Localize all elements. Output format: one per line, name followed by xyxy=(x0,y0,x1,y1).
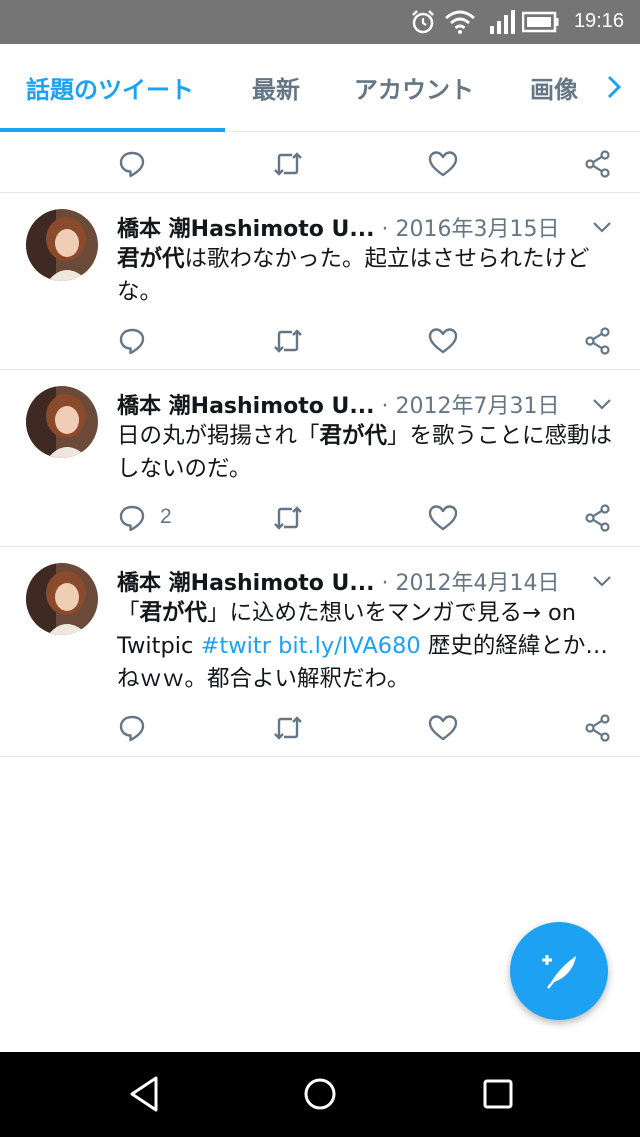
tab-images[interactable]: 画像 xyxy=(530,70,578,105)
heart-icon xyxy=(428,151,458,177)
bold-keyword: 君が代 xyxy=(139,600,208,626)
tab-bar: 話題のツイート 最新 アカウント 画像 xyxy=(0,44,640,132)
bold-keyword: 君が代 xyxy=(117,246,185,272)
recents-icon[interactable] xyxy=(478,1072,518,1116)
tweet-actions xyxy=(0,132,640,192)
bold-keyword: 君が代 xyxy=(319,423,388,449)
author-name[interactable]: 橋本 潮Hashimoto U... xyxy=(117,571,374,596)
tweet[interactable]: 橋本 潮Hashimoto U... · 2012年7月31日 日の丸が掲揚され… xyxy=(0,369,640,546)
share-button[interactable] xyxy=(584,150,612,178)
tweet[interactable]: 橋本 潮Hashimoto U... · 2016年3月15日 君が代は歌わなか… xyxy=(0,192,640,369)
retweet-button[interactable] xyxy=(272,327,304,355)
reply-icon xyxy=(119,505,145,532)
share-icon xyxy=(585,150,610,178)
retweet-icon xyxy=(274,506,302,530)
share-button[interactable] xyxy=(584,504,612,532)
share-button[interactable] xyxy=(584,714,612,742)
retweet-button[interactable] xyxy=(272,150,304,178)
author-name[interactable]: 橋本 潮Hashimoto U... xyxy=(117,217,374,242)
like-button[interactable] xyxy=(428,327,458,355)
chevron-down-icon[interactable] xyxy=(592,575,612,587)
tweet-date[interactable]: 2012年7月31日 xyxy=(395,394,559,419)
heart-icon xyxy=(428,715,458,741)
like-button[interactable] xyxy=(428,150,458,178)
system-nav-bar xyxy=(0,1052,640,1137)
avatar[interactable] xyxy=(26,209,98,281)
heart-icon xyxy=(428,328,458,354)
tab-latest[interactable]: 最新 xyxy=(252,70,300,105)
tweet-actions: 2 xyxy=(0,486,640,546)
header-separator: · xyxy=(381,394,389,419)
status-time: 19:16 xyxy=(573,10,624,32)
tweet[interactable]: 橋本 潮Hashimoto U... · 2012年4月14日 「君が代」に込め… xyxy=(0,546,640,757)
home-icon[interactable] xyxy=(300,1072,340,1116)
retweet-icon xyxy=(274,329,302,353)
share-icon xyxy=(585,327,610,355)
compose-tweet-button[interactable] xyxy=(510,922,608,1020)
chevron-down-icon[interactable] xyxy=(592,398,612,410)
retweet-icon xyxy=(274,716,302,740)
avatar[interactable] xyxy=(26,386,98,458)
header-separator: · xyxy=(381,571,389,596)
tab-top-tweets[interactable]: 話題のツイート xyxy=(26,70,194,105)
tweet-actions xyxy=(0,309,640,369)
heart-icon xyxy=(428,505,458,531)
reply-button[interactable] xyxy=(118,714,146,742)
reply-icon xyxy=(119,328,145,355)
reply-count: 2 xyxy=(160,505,172,528)
share-icon xyxy=(585,504,610,532)
avatar[interactable] xyxy=(26,563,98,635)
share-icon xyxy=(585,714,610,742)
tweet-header: 橋本 潮Hashimoto U... · 2012年7月31日 xyxy=(117,388,597,420)
tweet-date[interactable]: 2012年4月14日 xyxy=(395,571,559,596)
wifi-icon xyxy=(445,10,475,34)
header-separator: · xyxy=(381,217,389,242)
share-button[interactable] xyxy=(584,327,612,355)
battery-icon xyxy=(522,11,559,33)
status-bar: 19:16 xyxy=(0,0,640,44)
alarm-icon xyxy=(412,10,434,34)
tweet-actions xyxy=(0,696,640,756)
signal-icon xyxy=(490,10,515,34)
chevron-down-icon[interactable] xyxy=(592,221,612,233)
compose-quill-icon xyxy=(542,955,576,989)
reply-button[interactable]: 2 xyxy=(118,504,172,532)
reply-icon xyxy=(119,151,145,178)
retweet-button[interactable] xyxy=(272,504,304,532)
hashtag-link[interactable]: #twitr xyxy=(201,633,271,659)
back-icon[interactable] xyxy=(124,1072,164,1116)
chevron-right-icon[interactable] xyxy=(604,72,624,102)
author-name[interactable]: 橋本 潮Hashimoto U... xyxy=(117,394,374,419)
reply-button[interactable] xyxy=(118,150,146,178)
retweet-icon xyxy=(274,152,302,176)
like-button[interactable] xyxy=(428,504,458,532)
tweet-header: 橋本 潮Hashimoto U... · 2016年3月15日 xyxy=(117,211,597,243)
retweet-button[interactable] xyxy=(272,714,304,742)
url-link[interactable]: bit.ly/IVA680 xyxy=(278,633,421,659)
tweet-feed: 橋本 潮Hashimoto U... · 2016年3月15日 君が代は歌わなか… xyxy=(0,132,640,757)
like-button[interactable] xyxy=(428,714,458,742)
reply-button[interactable] xyxy=(118,327,146,355)
tweet-date[interactable]: 2016年3月15日 xyxy=(395,217,559,242)
tweet-header: 橋本 潮Hashimoto U... · 2012年4月14日 xyxy=(117,565,597,597)
reply-icon xyxy=(119,715,145,742)
tab-accounts[interactable]: アカウント xyxy=(354,70,474,105)
